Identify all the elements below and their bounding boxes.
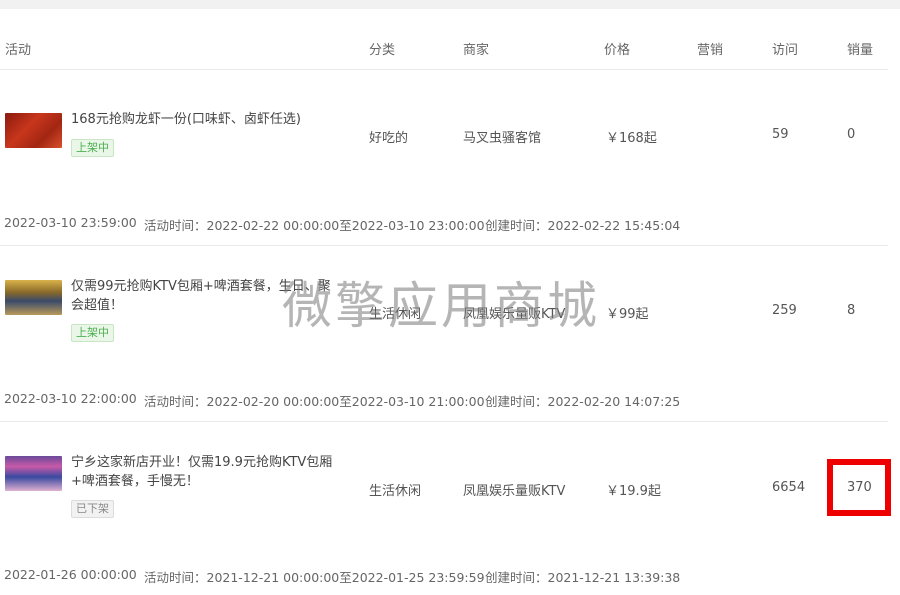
end-time: 2022-03-10 22:00:00 (4, 391, 137, 406)
visits-cell: 59 (772, 127, 789, 142)
activity-thumbnail[interactable] (5, 456, 62, 491)
activity-thumbnail[interactable] (5, 280, 62, 315)
category-cell: 好吃的 (369, 131, 409, 146)
sales-cell: 0 (847, 127, 856, 142)
header-visits: 访问 (772, 43, 799, 58)
price-cell: ￥19.9起 (606, 484, 661, 499)
header-sales: 销量 (847, 43, 874, 58)
merchant-cell: 马叉虫骚客馆 (463, 131, 542, 146)
price-cell: ￥168起 (606, 131, 657, 146)
sales-highlight-box (827, 459, 891, 516)
header-merchant: 商家 (463, 43, 490, 58)
row-divider (0, 245, 888, 246)
header-activity: 活动 (5, 43, 32, 58)
header-marketing: 营销 (697, 43, 724, 58)
status-badge: 上架中 (71, 139, 114, 157)
activity-time: 活动时间：2021-12-21 00:00:00至2022-01-25 23:5… (144, 570, 485, 585)
header-category: 分类 (369, 43, 396, 58)
activity-title[interactable]: 168元抢购龙虾一份(口味虾、卤虾任选) (71, 110, 343, 129)
merchant-cell: 凤凰娱乐量贩KTV (463, 484, 566, 499)
header-price: 价格 (604, 43, 631, 58)
sales-cell: 8 (847, 303, 856, 318)
visits-cell: 6654 (772, 480, 806, 495)
visits-cell: 259 (772, 303, 797, 318)
end-time: 2022-03-10 23:59:00 (4, 215, 137, 230)
price-cell: ￥99起 (606, 307, 649, 322)
watermark: 微擎应用商城 (282, 277, 600, 335)
created-time: 创建时间：2021-12-21 13:39:38 (485, 570, 681, 585)
activity-time: 活动时间：2022-02-22 00:00:00至2022-03-10 23:0… (144, 218, 485, 233)
category-cell: 生活休闲 (369, 484, 422, 499)
end-time: 2022-01-26 00:00:00 (4, 567, 137, 582)
created-time: 创建时间：2022-02-22 15:45:04 (485, 218, 681, 233)
header-divider (0, 69, 888, 70)
created-time: 创建时间：2022-02-20 14:07:25 (485, 394, 681, 409)
activity-thumbnail[interactable] (5, 113, 62, 148)
row-divider (0, 421, 888, 422)
status-badge: 已下架 (71, 500, 114, 518)
activity-time: 活动时间：2022-02-20 00:00:00至2022-03-10 21:0… (144, 394, 485, 409)
status-badge: 上架中 (71, 324, 114, 342)
activity-title[interactable]: 宁乡这家新店开业！仅需19.9元抢购KTV包厢+啤酒套餐，手慢无！ (71, 453, 343, 491)
